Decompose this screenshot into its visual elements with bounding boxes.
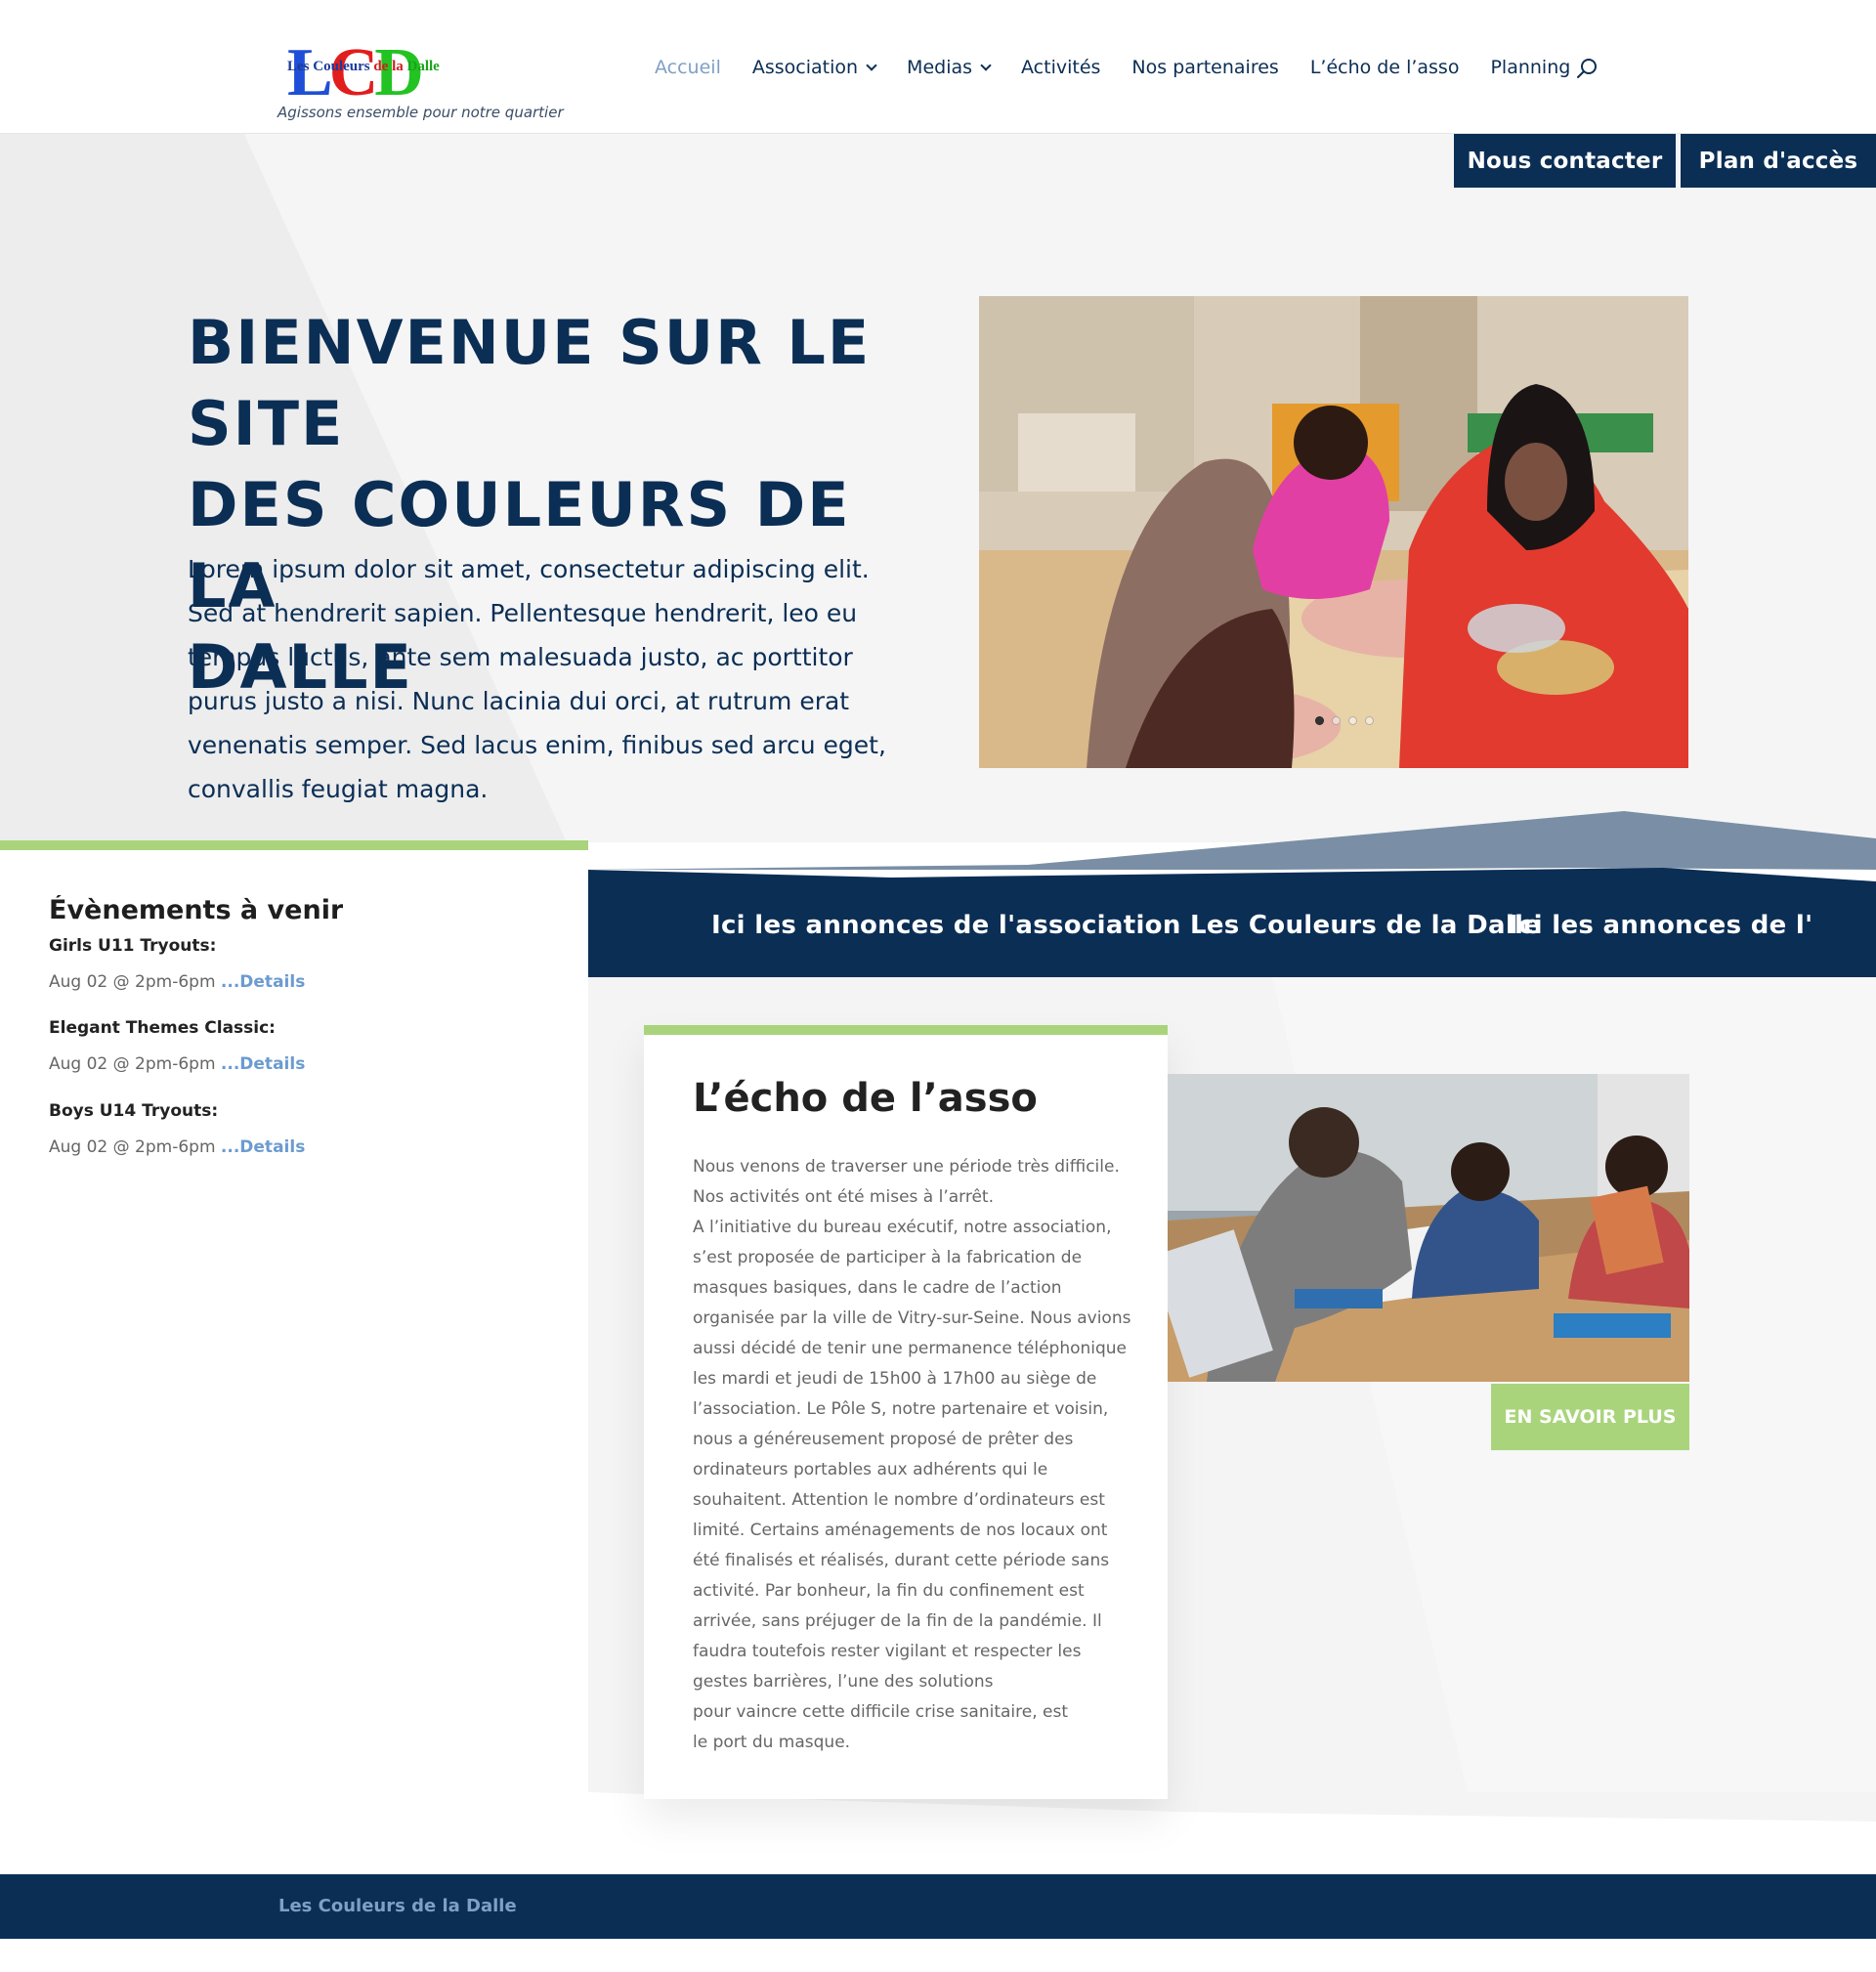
slider-dot[interactable] (1365, 716, 1374, 725)
event-title: Elegant Themes Classic: (49, 1018, 276, 1038)
site-logo[interactable]: LCD Les Couleurs de la Dalle Agissons en… (277, 35, 564, 129)
chevron-down-icon (866, 59, 877, 71)
footer-text: Les Couleurs de la Dalle (278, 1896, 517, 1916)
event-meta: Aug 02 @ 2pm-6pm ...Details (49, 972, 306, 992)
site-tagline: Agissons ensemble pour notre quartier (277, 104, 564, 121)
hero-photo-illustration (979, 296, 1688, 768)
event-meta: Aug 02 @ 2pm-6pm ...Details (49, 1137, 306, 1157)
nav-item-association[interactable]: Association (752, 53, 877, 82)
footer-transition-shape (588, 1792, 1876, 1874)
nav-item-medias[interactable]: Medias (907, 53, 992, 82)
event-item: Boys U14 Tryouts: Aug 02 @ 2pm-6pm ...De… (49, 1101, 305, 1157)
announcement-text-repeat: Ici les annonces de l' (1509, 911, 1813, 940)
logo-text: Les Couleurs de la Dalle (287, 59, 440, 74)
echo-body: Nous venons de traverser une période trè… (693, 1152, 1132, 1758)
access-map-button[interactable]: Plan d'accès (1681, 134, 1876, 188)
echo-card: L’écho de l’asso Nous venons de traverse… (644, 1025, 1168, 1799)
nav-item-accueil[interactable]: Accueil (655, 53, 721, 82)
announcement-text: Ici les annonces de l'association Les Co… (711, 911, 1542, 940)
nav-item-planning[interactable]: Planning (1490, 53, 1570, 82)
event-details-link[interactable]: ...Details (221, 1054, 305, 1074)
echo-paragraph: le port du masque. (693, 1733, 851, 1752)
upcoming-events: Évènements à venir Girls U11 Tryouts: Au… (0, 850, 588, 1876)
hero-slider-photo[interactable] (979, 296, 1688, 768)
event-details-link[interactable]: ...Details (221, 972, 305, 992)
event-meta: Aug 02 @ 2pm-6pm ...Details (49, 1054, 306, 1074)
echo-photo-illustration (1168, 1074, 1689, 1382)
announcement-ticker: Ici les annonces de l'association Les Co… (588, 870, 1876, 977)
slider-dot[interactable] (1315, 716, 1324, 725)
events-title: Évènements à venir (49, 895, 344, 921)
event-item: Elegant Themes Classic: Aug 02 @ 2pm-6pm… (49, 1018, 305, 1074)
chevron-down-icon (980, 59, 992, 71)
echo-paragraph: Nous venons de traverser une période trè… (693, 1157, 1120, 1207)
site-footer: Les Couleurs de la Dalle (0, 1874, 1876, 1939)
event-item: Girls U11 Tryouts: Aug 02 @ 2pm-6pm ...D… (49, 936, 305, 992)
learn-more-button[interactable]: En savoir plus (1491, 1384, 1689, 1450)
event-details-link[interactable]: ...Details (221, 1137, 305, 1157)
slider-dot[interactable] (1332, 716, 1341, 725)
hero-section: Nous contacter Plan d'accès BIENVENUE SU… (0, 134, 1876, 842)
main-nav: Accueil Association Medias Activités Nos… (655, 53, 1601, 82)
echo-photo (1168, 1074, 1689, 1382)
nav-item-partenaires[interactable]: Nos partenaires (1131, 53, 1278, 82)
hero-text: Lorem ipsum dolor sit amet, consectetur … (188, 555, 886, 803)
echo-title: L’écho de l’asso (693, 1076, 1038, 1121)
site-header: LCD Les Couleurs de la Dalle Agissons en… (0, 0, 1876, 134)
contact-button[interactable]: Nous contacter (1454, 134, 1676, 188)
slider-dots (1315, 716, 1374, 725)
echo-paragraph: A l’initiative du bureau exécutif, notre… (693, 1218, 1131, 1692)
events-accent-bar (0, 840, 588, 850)
search-icon[interactable] (1575, 57, 1599, 80)
event-title: Boys U14 Tryouts: (49, 1101, 219, 1121)
echo-paragraph: pour vaincre cette difficile crise sanit… (693, 1702, 1068, 1722)
slider-dot[interactable] (1348, 716, 1357, 725)
nav-item-echo[interactable]: L’écho de l’asso (1310, 53, 1460, 82)
event-title: Girls U11 Tryouts: (49, 936, 217, 956)
nav-item-activites[interactable]: Activités (1021, 53, 1100, 82)
